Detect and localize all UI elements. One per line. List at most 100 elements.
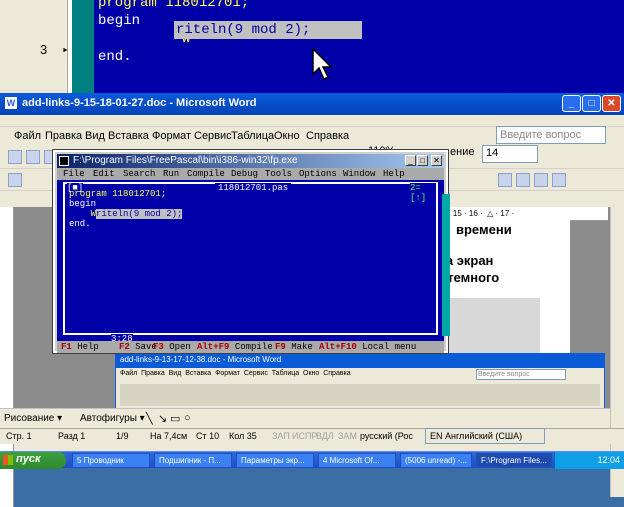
line-icon[interactable]: ╲ xyxy=(146,412,153,425)
zoomed-code-line-4: end. xyxy=(98,49,132,65)
embedded-word-menu: Файл Правка Вид Вставка Формат Сервис Та… xyxy=(120,370,351,377)
taskbar-button[interactable]: Параметры экр... xyxy=(236,453,314,468)
edit-icon[interactable] xyxy=(8,173,22,187)
oval-icon[interactable]: ○ xyxy=(184,412,191,424)
fp-code-line-1: program 118012701; xyxy=(69,189,167,199)
fp-filename: 118012701.pas xyxy=(215,183,292,193)
status-ext[interactable]: ВДЛ xyxy=(316,431,334,441)
toolbar-option-icon[interactable] xyxy=(552,173,566,187)
fp-status-item[interactable]: F1 Help xyxy=(61,341,99,353)
fp-menu-search[interactable]: Search xyxy=(123,168,155,180)
status-language: русский (Рос xyxy=(360,431,413,441)
fp-menu-run[interactable]: Run xyxy=(163,168,179,180)
new-doc-icon[interactable] xyxy=(8,150,22,164)
menu-table[interactable]: Таблица xyxy=(231,130,274,142)
word-app-icon: W xyxy=(5,97,17,109)
clock[interactable]: 12:04 xyxy=(597,455,620,465)
arrow-icon[interactable]: ↘ xyxy=(158,412,167,425)
font-size-box[interactable]: 14 xyxy=(482,145,538,163)
word-window-title: add-links-9-15-18-01-27.doc - Microsoft … xyxy=(22,97,257,109)
system-tray: 12:04 xyxy=(554,452,624,469)
triangle-right-icon: ► xyxy=(62,47,69,54)
status-ovr[interactable]: ЗАМ xyxy=(338,431,357,441)
taskbar-button[interactable]: (5006 unread) -... xyxy=(400,453,472,468)
status-rec[interactable]: ЗАП xyxy=(272,431,290,441)
close-icon[interactable]: ✕ xyxy=(602,95,621,112)
fp-window-title: F:\Program Files\FreePascal\bin\i386-win… xyxy=(73,155,298,166)
fp-menu-tools[interactable]: Tools xyxy=(265,168,292,180)
fp-menu-compile[interactable]: Compile xyxy=(187,168,225,180)
fp-code-line-2: begin xyxy=(69,199,97,209)
open-icon[interactable] xyxy=(26,150,40,164)
drawing-toolbar: Рисование ▾ Автофигуры ▾ ╲ ↘ ▭ ○ xyxy=(0,408,610,428)
fp-menu-options[interactable]: Options xyxy=(299,168,337,180)
doc-text-line: времени xyxy=(456,222,512,237)
mouse-pointer-icon xyxy=(312,48,333,81)
fp-window-number[interactable]: 2=[↑] xyxy=(410,183,436,203)
status-section: Разд 1 xyxy=(58,431,86,441)
fp-menu-window[interactable]: Window xyxy=(343,168,375,180)
ask-question-input[interactable]: Введите вопрос xyxy=(496,126,606,144)
console-icon xyxy=(59,156,69,166)
embedded-word-title: add-links-9-13-17-12-38.doc - Microsoft … xyxy=(116,354,604,368)
start-label: пуск xyxy=(16,453,41,465)
fp-status-item[interactable]: F2 Save xyxy=(119,341,157,353)
fp-status-bar: F1 Help F2 Save F3 Open Alt+F9 Compile F… xyxy=(57,341,444,353)
windows-logo-icon xyxy=(3,455,13,465)
start-button[interactable]: пуск xyxy=(0,452,66,469)
language-bar[interactable]: EN Английский (США) xyxy=(425,428,545,444)
fp-menu-file[interactable]: File xyxy=(63,168,85,180)
menu-edit[interactable]: Правка xyxy=(45,130,82,142)
style-box[interactable]: ение xyxy=(450,146,474,158)
draw-menu[interactable]: Рисование ▾ xyxy=(4,413,62,424)
fp-status-item[interactable]: F9 Make xyxy=(275,341,313,353)
taskbar-button[interactable]: 5 Проводник xyxy=(72,453,150,468)
menu-format[interactable]: Формат xyxy=(152,130,191,142)
fp-editor[interactable]: [■] 118012701.pas 2=[↑] program 11801270… xyxy=(57,180,450,344)
toolbar-option-icon[interactable] xyxy=(498,173,512,187)
rectangle-icon[interactable]: ▭ xyxy=(170,412,180,425)
fp-code-line-4: end. xyxy=(69,219,91,229)
fp-menu-help[interactable]: Help xyxy=(383,168,405,180)
zoomed-editor-fragment: 3 ► program 118012701; begin W end. rite… xyxy=(0,0,624,93)
fp-menu-edit[interactable]: Edit xyxy=(93,168,115,180)
zoomed-code-line-1: program 118012701; xyxy=(98,0,250,11)
status-pages: 1/9 xyxy=(116,431,129,441)
fp-menu-debug[interactable]: Debug xyxy=(231,168,258,180)
status-line: Ст 10 xyxy=(196,431,220,441)
autoshapes-menu[interactable]: Автофигуры ▾ xyxy=(80,413,145,424)
fp-status-item[interactable]: Alt+F10 Local menu xyxy=(319,341,416,353)
status-position: На 7,4см xyxy=(150,431,188,441)
fp-scrollbar[interactable] xyxy=(442,194,450,336)
zoomed-code-line-2: begin xyxy=(98,13,141,29)
zoomed-word-margin xyxy=(0,0,68,93)
menu-file[interactable]: Файл xyxy=(14,130,41,142)
maximize-icon[interactable]: □ xyxy=(582,95,601,112)
menu-insert[interactable]: Вставка xyxy=(108,130,149,142)
taskbar-button-active[interactable]: F:\Program Files... xyxy=(476,453,552,468)
taskbar: пуск 5 Проводник Подшипник - П... Параме… xyxy=(0,451,624,469)
zoomed-line-number: 3 xyxy=(40,42,48,57)
embedded-word-screenshot: add-links-9-13-17-12-38.doc - Microsoft … xyxy=(115,353,605,409)
taskbar-button[interactable]: 4 Microsoft Of... xyxy=(318,453,396,468)
close-icon[interactable]: ✕ xyxy=(431,155,442,166)
menu-help[interactable]: Справка xyxy=(306,130,349,142)
fp-title-bar[interactable]: F:\Program Files\FreePascal\bin\i386-win… xyxy=(57,154,444,168)
taskbar-button[interactable]: Подшипник - П... xyxy=(154,453,232,468)
fp-code[interactable]: program 118012701; begin Writeln(9 mod 2… xyxy=(69,189,183,229)
maximize-icon[interactable]: □ xyxy=(417,155,428,166)
fp-status-item[interactable]: Alt+F9 Compile xyxy=(197,341,273,353)
toolbar-option-icon[interactable] xyxy=(516,173,530,187)
toolbar-option-icon[interactable] xyxy=(534,173,548,187)
fp-status-item[interactable]: F3 Open xyxy=(153,341,191,353)
menu-view[interactable]: Вид xyxy=(85,130,105,142)
menu-window[interactable]: Окно xyxy=(274,130,300,142)
minimize-icon[interactable]: _ xyxy=(562,95,581,112)
status-trk[interactable]: ИСПР xyxy=(292,431,317,441)
embedded-ask-box: Введите вопрос xyxy=(476,369,566,380)
fp-code-line-3-prefix: W xyxy=(69,209,97,219)
word-title-bar[interactable]: W add-links-9-15-18-01-27.doc - Microsof… xyxy=(0,93,624,115)
zoomed-selected-text: riteln(9 mod 2); xyxy=(176,22,311,38)
menu-tools[interactable]: Сервис xyxy=(194,130,232,142)
minimize-icon[interactable]: _ xyxy=(405,155,416,166)
